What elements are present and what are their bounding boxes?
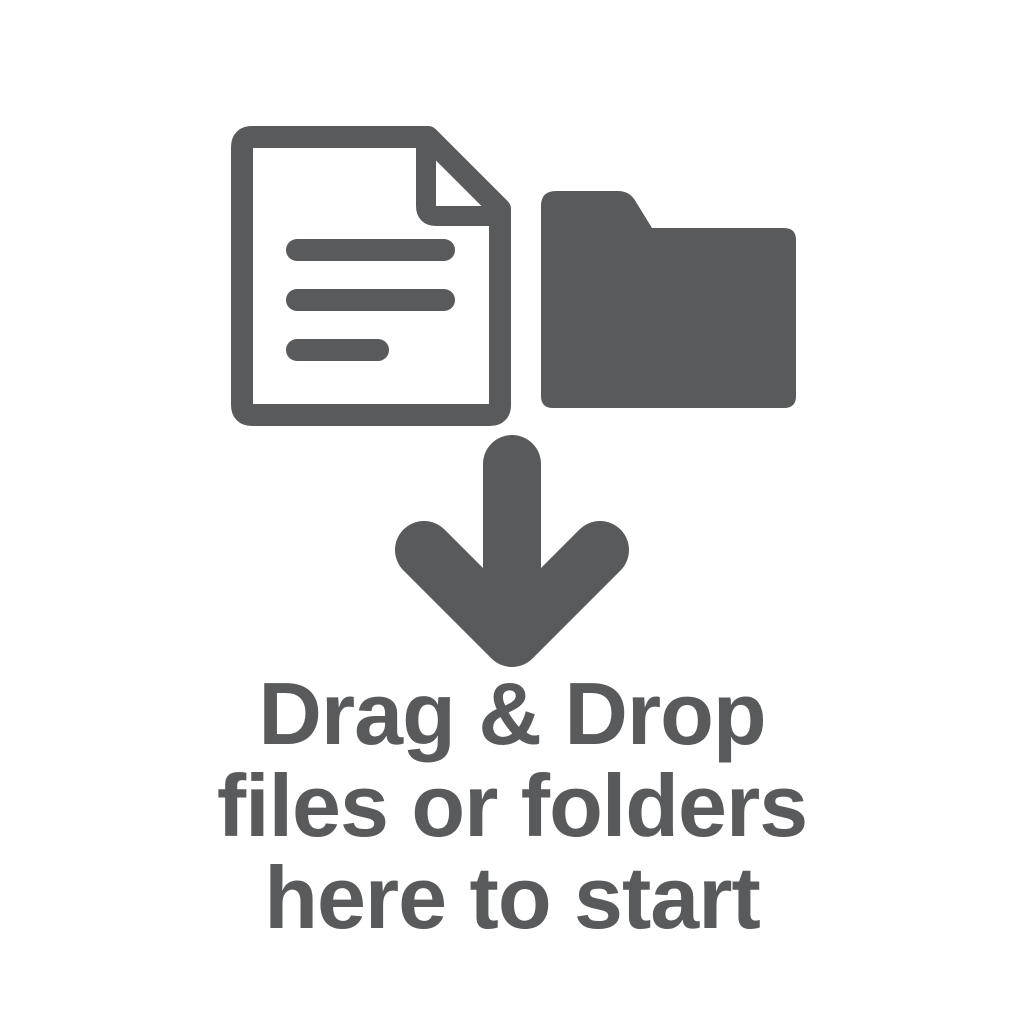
arrow-down-icon [395,435,629,667]
drop-zone[interactable]: Drag & Drop files or folders here to sta… [0,0,1024,1024]
drop-instructions-line-3: here to start [264,848,761,947]
drop-instructions: Drag & Drop files or folders here to sta… [0,668,1024,944]
drop-instructions-line-2: files or folders [216,756,808,855]
drop-instructions-line-1: Drag & Drop [258,664,766,763]
file-text-icon [231,126,511,426]
folder-icon [541,191,796,408]
